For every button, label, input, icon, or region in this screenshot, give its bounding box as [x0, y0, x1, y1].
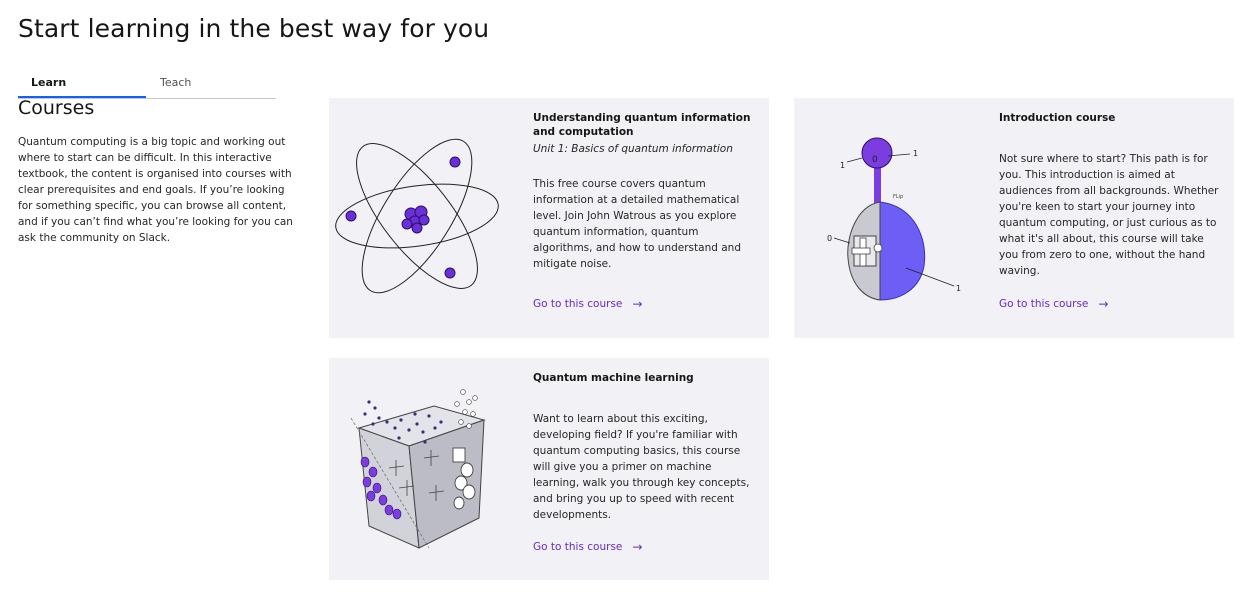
course-description: This free course covers quantum informat…	[533, 178, 741, 270]
course-title[interactable]: Introduction course	[999, 111, 1224, 125]
course-subtitle: Unit 1: Basics of quantum information	[533, 143, 733, 155]
courses-description: Quantum computing is a big topic and wor…	[18, 136, 293, 244]
data-cube-illustration	[350, 389, 486, 549]
label-bottom-one: 1	[956, 284, 961, 293]
page-title: Start learning in the best way for you	[18, 14, 490, 43]
label-one-right: 1	[913, 149, 918, 158]
arrow-right-icon: →	[632, 297, 643, 311]
course-card-quantum-machine-learning: Quantum machine learning Want to learn a…	[329, 358, 769, 580]
course-title[interactable]: Quantum machine learning	[533, 371, 753, 385]
go-to-course-link[interactable]: Go to this course →	[999, 297, 1108, 311]
link-label: Go to this course	[533, 541, 623, 553]
course-description: Want to learn about this exciting, devel…	[533, 413, 750, 521]
label-top-zero: 0	[872, 155, 878, 165]
go-to-course-link[interactable]: Go to this course →	[533, 297, 642, 311]
course-title[interactable]: Understanding quantum information and co…	[533, 111, 753, 139]
bloch-sphere-illustration: 0 1 1 FLip 0 1	[827, 137, 961, 301]
atom-illustration	[335, 138, 499, 294]
tab-teach[interactable]: Teach	[146, 74, 274, 98]
arrow-right-icon: →	[632, 540, 643, 554]
link-label: Go to this course	[533, 298, 623, 310]
label-side-zero: 0	[827, 234, 832, 243]
label-tag: FLip	[893, 194, 903, 200]
tab-learn[interactable]: Learn	[18, 74, 146, 98]
courses-heading: Courses	[18, 97, 95, 119]
go-to-course-link[interactable]: Go to this course →	[533, 540, 642, 554]
label-one-left: 1	[840, 161, 845, 170]
course-card-introduction: 0 1 1 FLip 0 1 Introduction course Not s…	[794, 98, 1234, 338]
tab-list: Learn Teach	[18, 74, 276, 99]
course-description: Not sure where to start? This path is fo…	[999, 153, 1219, 277]
course-card-understanding-quantum: Understanding quantum information and co…	[329, 98, 769, 338]
link-label: Go to this course	[999, 298, 1089, 310]
arrow-right-icon: →	[1098, 297, 1109, 311]
